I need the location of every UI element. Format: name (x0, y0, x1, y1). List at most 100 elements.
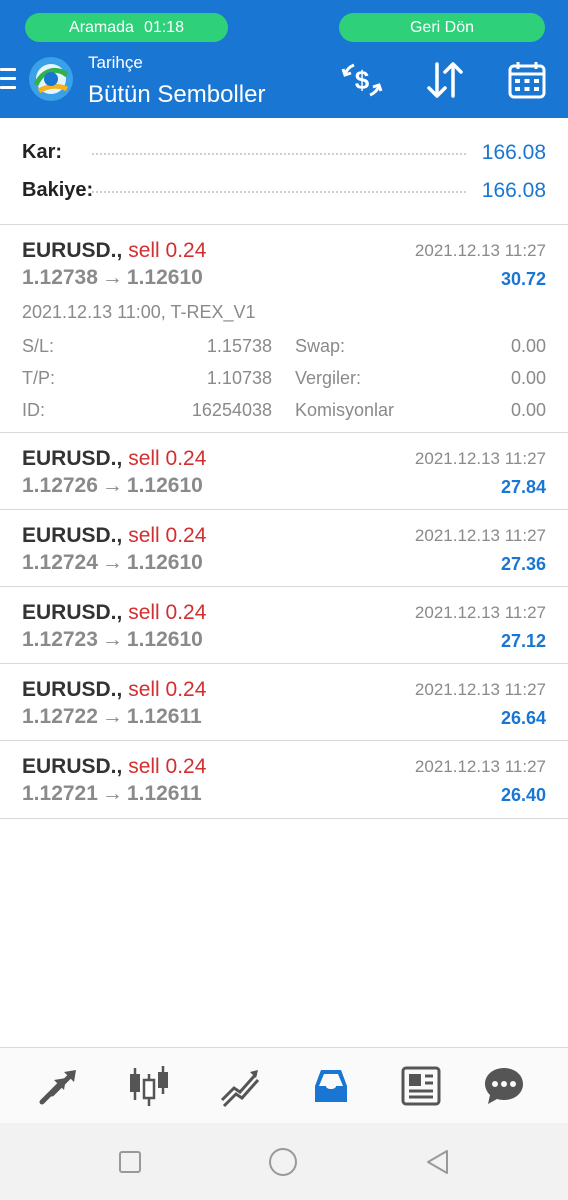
header-subtitle: Tarihçe (88, 53, 143, 72)
tax-label: Vergiler: (295, 368, 362, 388)
trade-row[interactable]: EURUSD., sell 0.24 2021.12.13 11:27 1.12… (0, 587, 568, 664)
inbox-history-icon[interactable] (309, 1064, 353, 1108)
trade-row[interactable]: EURUSD., sell 0.24 2021.12.13 11:27 1.12… (0, 741, 568, 819)
profit-value: 166.08 (481, 141, 546, 164)
back-button[interactable]: Geri Dön (339, 13, 545, 42)
trade-prices: 1.12738 → 1.12610 (22, 266, 203, 290)
profit-label: Kar: (22, 141, 63, 163)
tp-value: 1.10738 (206, 368, 272, 388)
sl-label: S/L: (22, 336, 55, 356)
trend-lines-icon[interactable] (218, 1064, 262, 1108)
profit-row: Kar: 166.08 (22, 139, 546, 167)
currency-exchange-icon[interactable]: $ (340, 60, 384, 100)
trade-symbol: EURUSD., (22, 239, 123, 262)
trade-side: sell 0.24 (128, 239, 207, 262)
close-price: 1.12610 (126, 628, 203, 651)
trade-symbol-line: EURUSD., sell 0.24 (22, 524, 206, 548)
trade-profit: 30.72 (500, 269, 546, 289)
close-price: 1.12610 (126, 266, 203, 289)
trade-side: sell 0.24 (128, 678, 207, 701)
trade-time: 2021.12.13 11:27 (414, 449, 546, 468)
open-price: 1.12738 (22, 266, 98, 289)
trade-symbol: EURUSD., (22, 447, 123, 470)
trade-profit: 27.84 (500, 477, 546, 497)
bottom-tab-bar (0, 1047, 568, 1123)
trade-arrows-icon[interactable] (36, 1064, 80, 1108)
arrow-right-icon: → (101, 551, 123, 574)
arrow-right-icon: → (101, 266, 123, 289)
dotted-leader (92, 153, 466, 155)
arrow-right-icon: → (101, 705, 123, 728)
trade-time: 2021.12.13 11:27 (414, 757, 546, 776)
open-price: 1.12722 (22, 705, 98, 728)
open-price: 1.12721 (22, 782, 98, 805)
close-price: 1.12610 (126, 551, 203, 574)
detail-row-tp: T/P: 1.10738 Vergiler: 0.00 (22, 368, 546, 392)
trade-symbol-line: EURUSD., sell 0.24 (22, 601, 206, 625)
detail-row-id: ID: 16254038 Komisyonlar 0.00 (22, 400, 546, 424)
tp-label: T/P: (22, 368, 56, 388)
dotted-leader (92, 191, 466, 193)
call-label: Aramada (69, 19, 134, 36)
swap-label: Swap: (295, 336, 346, 356)
svg-text:$: $ (355, 65, 370, 95)
trade-symbol: EURUSD., (22, 755, 123, 778)
open-info: 2021.12.13 11:00, T-REX_V1 (22, 302, 256, 322)
news-icon[interactable] (399, 1064, 443, 1108)
trade-row[interactable]: EURUSD., sell 0.24 2021.12.13 11:27 1.12… (0, 664, 568, 741)
trade-symbol-line: EURUSD., sell 0.24 (22, 447, 206, 471)
arrow-right-icon: → (101, 474, 123, 497)
trade-symbol-line: EURUSD., sell 0.24 (22, 678, 206, 702)
tax-value: 0.00 (510, 368, 546, 388)
trade-time: 2021.12.13 11:27 (414, 603, 546, 622)
trade-row[interactable]: EURUSD., sell 0.24 2021.12.13 11:27 1.12… (0, 510, 568, 587)
balance-row: Bakiye: 166.08 (22, 177, 546, 205)
trade-side: sell 0.24 (128, 755, 207, 778)
balance-label: Bakiye: (22, 179, 94, 201)
calendar-icon[interactable] (505, 60, 549, 100)
call-status-pill[interactable]: Aramada 01:18 (25, 13, 228, 42)
trade-profit: 27.12 (500, 631, 546, 651)
trade-prices: 1.12726 → 1.12610 (22, 474, 203, 498)
trade-symbol: EURUSD., (22, 678, 123, 701)
trade-profit: 26.40 (500, 785, 546, 805)
candlestick-chart-icon[interactable] (127, 1064, 171, 1108)
trade-row[interactable]: EURUSD., sell 0.24 2021.12.13 11:27 1.12… (0, 225, 568, 433)
trade-symbol-line: EURUSD., sell 0.24 (22, 755, 206, 779)
trade-side: sell 0.24 (128, 601, 207, 624)
close-price: 1.12610 (126, 474, 203, 497)
recents-square-icon[interactable] (115, 1147, 145, 1177)
open-price: 1.12724 (22, 551, 98, 574)
trade-prices: 1.12721 → 1.12611 (22, 782, 202, 806)
home-circle-icon[interactable] (268, 1147, 298, 1177)
trade-side: sell 0.24 (128, 524, 207, 547)
trade-prices: 1.12723 → 1.12610 (22, 628, 203, 652)
trade-symbol: EURUSD., (22, 524, 123, 547)
back-triangle-icon[interactable] (423, 1147, 453, 1177)
trade-symbol-line: EURUSD., sell 0.24 (22, 239, 206, 263)
trade-profit: 26.64 (500, 708, 546, 728)
open-price: 1.12726 (22, 474, 98, 497)
trade-row[interactable]: EURUSD., sell 0.24 2021.12.13 11:27 1.12… (0, 433, 568, 510)
chat-icon[interactable] (482, 1064, 526, 1108)
id-label: ID: (22, 400, 46, 420)
close-price: 1.12611 (126, 782, 202, 805)
trade-time: 2021.12.13 11:27 (414, 526, 546, 545)
id-value: 16254038 (191, 400, 272, 420)
header-title[interactable]: Bütün Semboller (88, 81, 265, 109)
metatrader-logo-icon (29, 57, 73, 101)
trade-prices: 1.12724 → 1.12610 (22, 551, 203, 575)
app-header: Aramada 01:18 Geri Dön Tarihçe Bütün Semb… (0, 0, 568, 118)
arrow-right-icon: → (101, 628, 123, 651)
sl-value: 1.15738 (206, 336, 272, 356)
arrow-right-icon: → (101, 782, 123, 805)
detail-row-sl: S/L: 1.15738 Swap: 0.00 (22, 336, 546, 360)
summary-panel: Kar: 166.08 Bakiye: 166.08 (0, 118, 568, 225)
open-price: 1.12723 (22, 628, 98, 651)
commission-label: Komisyonlar (295, 400, 395, 420)
sort-icon[interactable] (423, 60, 467, 100)
trade-symbol: EURUSD., (22, 601, 123, 624)
menu-icon[interactable] (0, 68, 16, 90)
close-price: 1.12611 (126, 705, 202, 728)
commission-value: 0.00 (510, 400, 546, 420)
